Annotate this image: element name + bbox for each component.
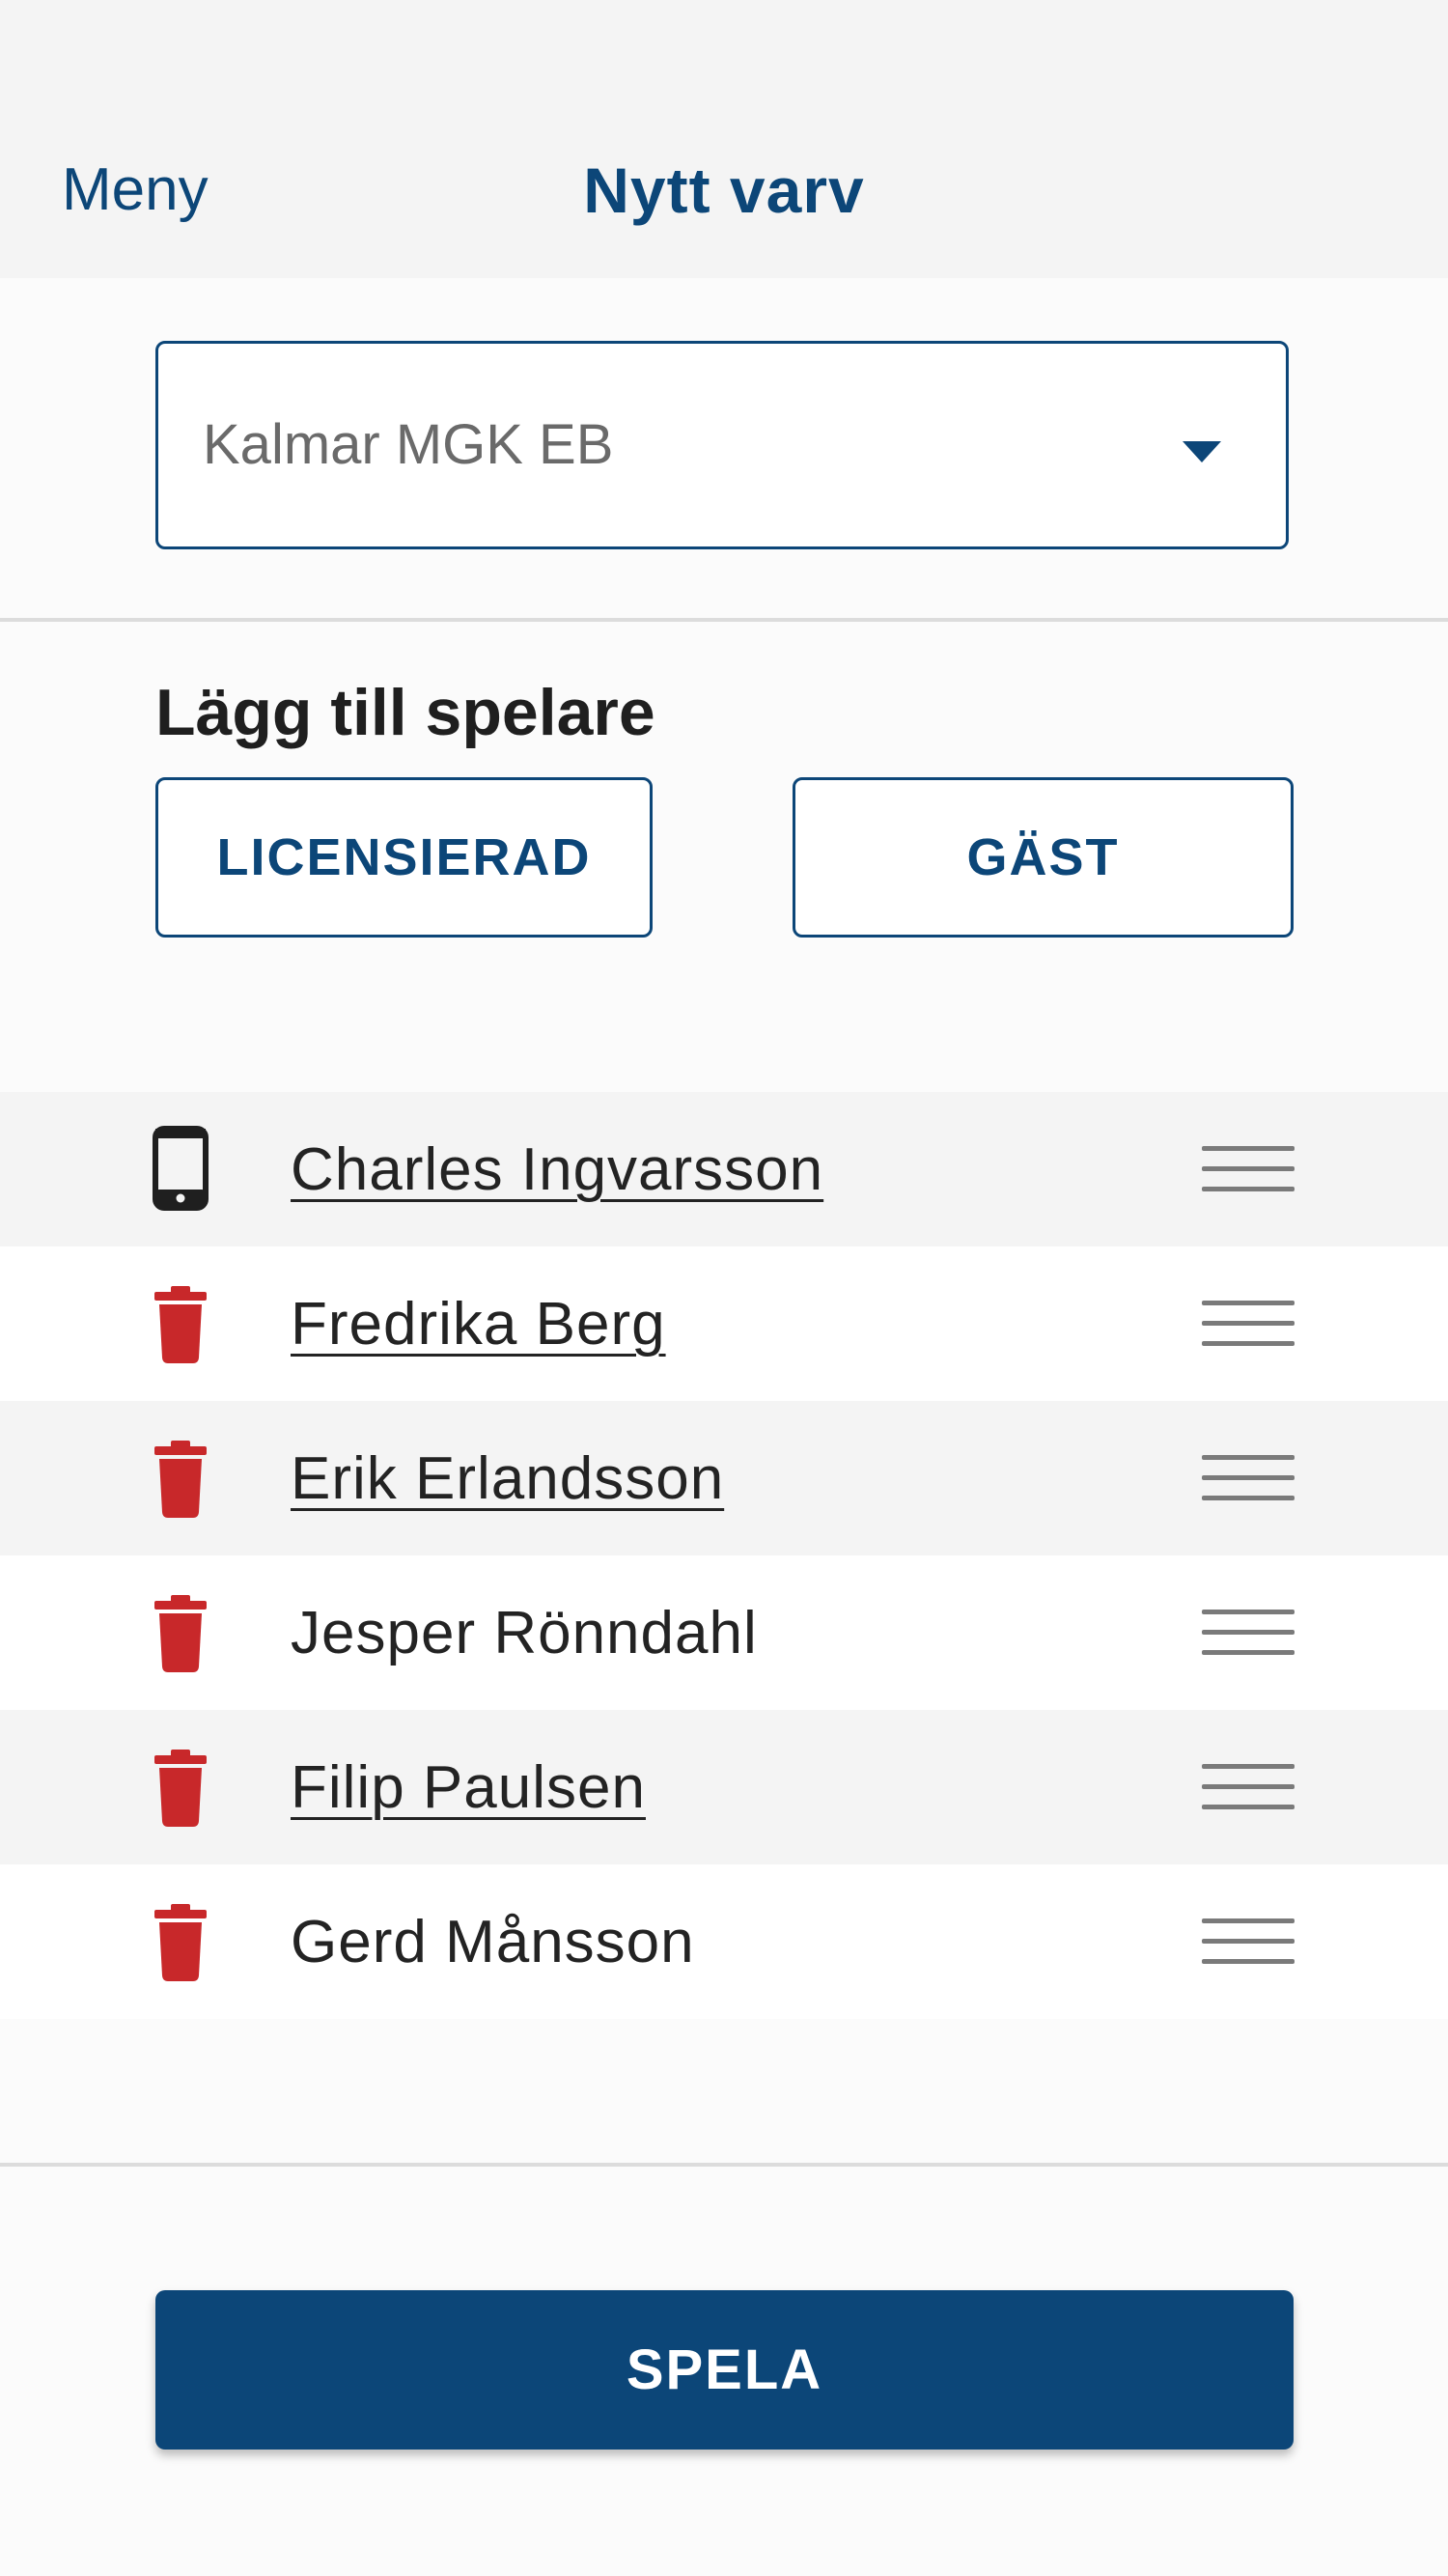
caret-down-icon	[1183, 441, 1221, 462]
page-title: Nytt varv	[583, 154, 865, 226]
phone-icon	[153, 1126, 209, 1211]
player-name: Jesper Rönndahl	[291, 1600, 758, 1666]
player-name[interactable]: Charles Ingvarsson	[291, 1140, 823, 1200]
drag-handle-icon[interactable]	[1202, 1146, 1295, 1192]
player-row: Charles Ingvarsson	[0, 1092, 1448, 1246]
course-select[interactable]: Kalmar MGK EB	[155, 341, 1289, 549]
player-row: Filip Paulsen	[0, 1710, 1448, 1864]
add-players-heading: Lägg till spelare	[155, 676, 655, 749]
drag-handle-icon[interactable]	[1202, 1764, 1295, 1810]
trash-icon[interactable]	[153, 1589, 209, 1674]
player-row: Erik Erlandsson	[0, 1401, 1448, 1555]
player-row: Fredrika Berg	[0, 1246, 1448, 1401]
drag-handle-icon[interactable]	[1202, 1610, 1295, 1656]
course-select-value: Kalmar MGK EB	[203, 413, 614, 476]
play-button[interactable]: SPELA	[155, 2290, 1294, 2450]
drag-handle-icon[interactable]	[1202, 1455, 1295, 1501]
trash-icon[interactable]	[153, 1898, 209, 1983]
section-divider	[0, 618, 1448, 622]
top-bar: Meny Nytt varv	[0, 0, 1448, 278]
drag-handle-icon[interactable]	[1202, 1918, 1295, 1965]
player-row: Gerd Månsson	[0, 1864, 1448, 2019]
trash-icon[interactable]	[153, 1435, 209, 1520]
player-name[interactable]: Erik Erlandsson	[291, 1449, 724, 1509]
add-guest-player-button[interactable]: GÄST	[793, 777, 1294, 938]
player-name[interactable]: Filip Paulsen	[291, 1758, 646, 1818]
footer-divider	[0, 2163, 1448, 2167]
add-licensed-player-button[interactable]: LICENSIERAD	[155, 777, 653, 938]
trash-icon[interactable]	[153, 1280, 209, 1365]
drag-handle-icon[interactable]	[1202, 1301, 1295, 1347]
trash-icon[interactable]	[153, 1744, 209, 1829]
player-name[interactable]: Fredrika Berg	[291, 1295, 666, 1355]
player-name: Gerd Månsson	[291, 1909, 695, 1975]
player-list: Charles Ingvarsson Fredrika Berg Erik Er…	[0, 1092, 1448, 2019]
player-row: Jesper Rönndahl	[0, 1555, 1448, 1710]
